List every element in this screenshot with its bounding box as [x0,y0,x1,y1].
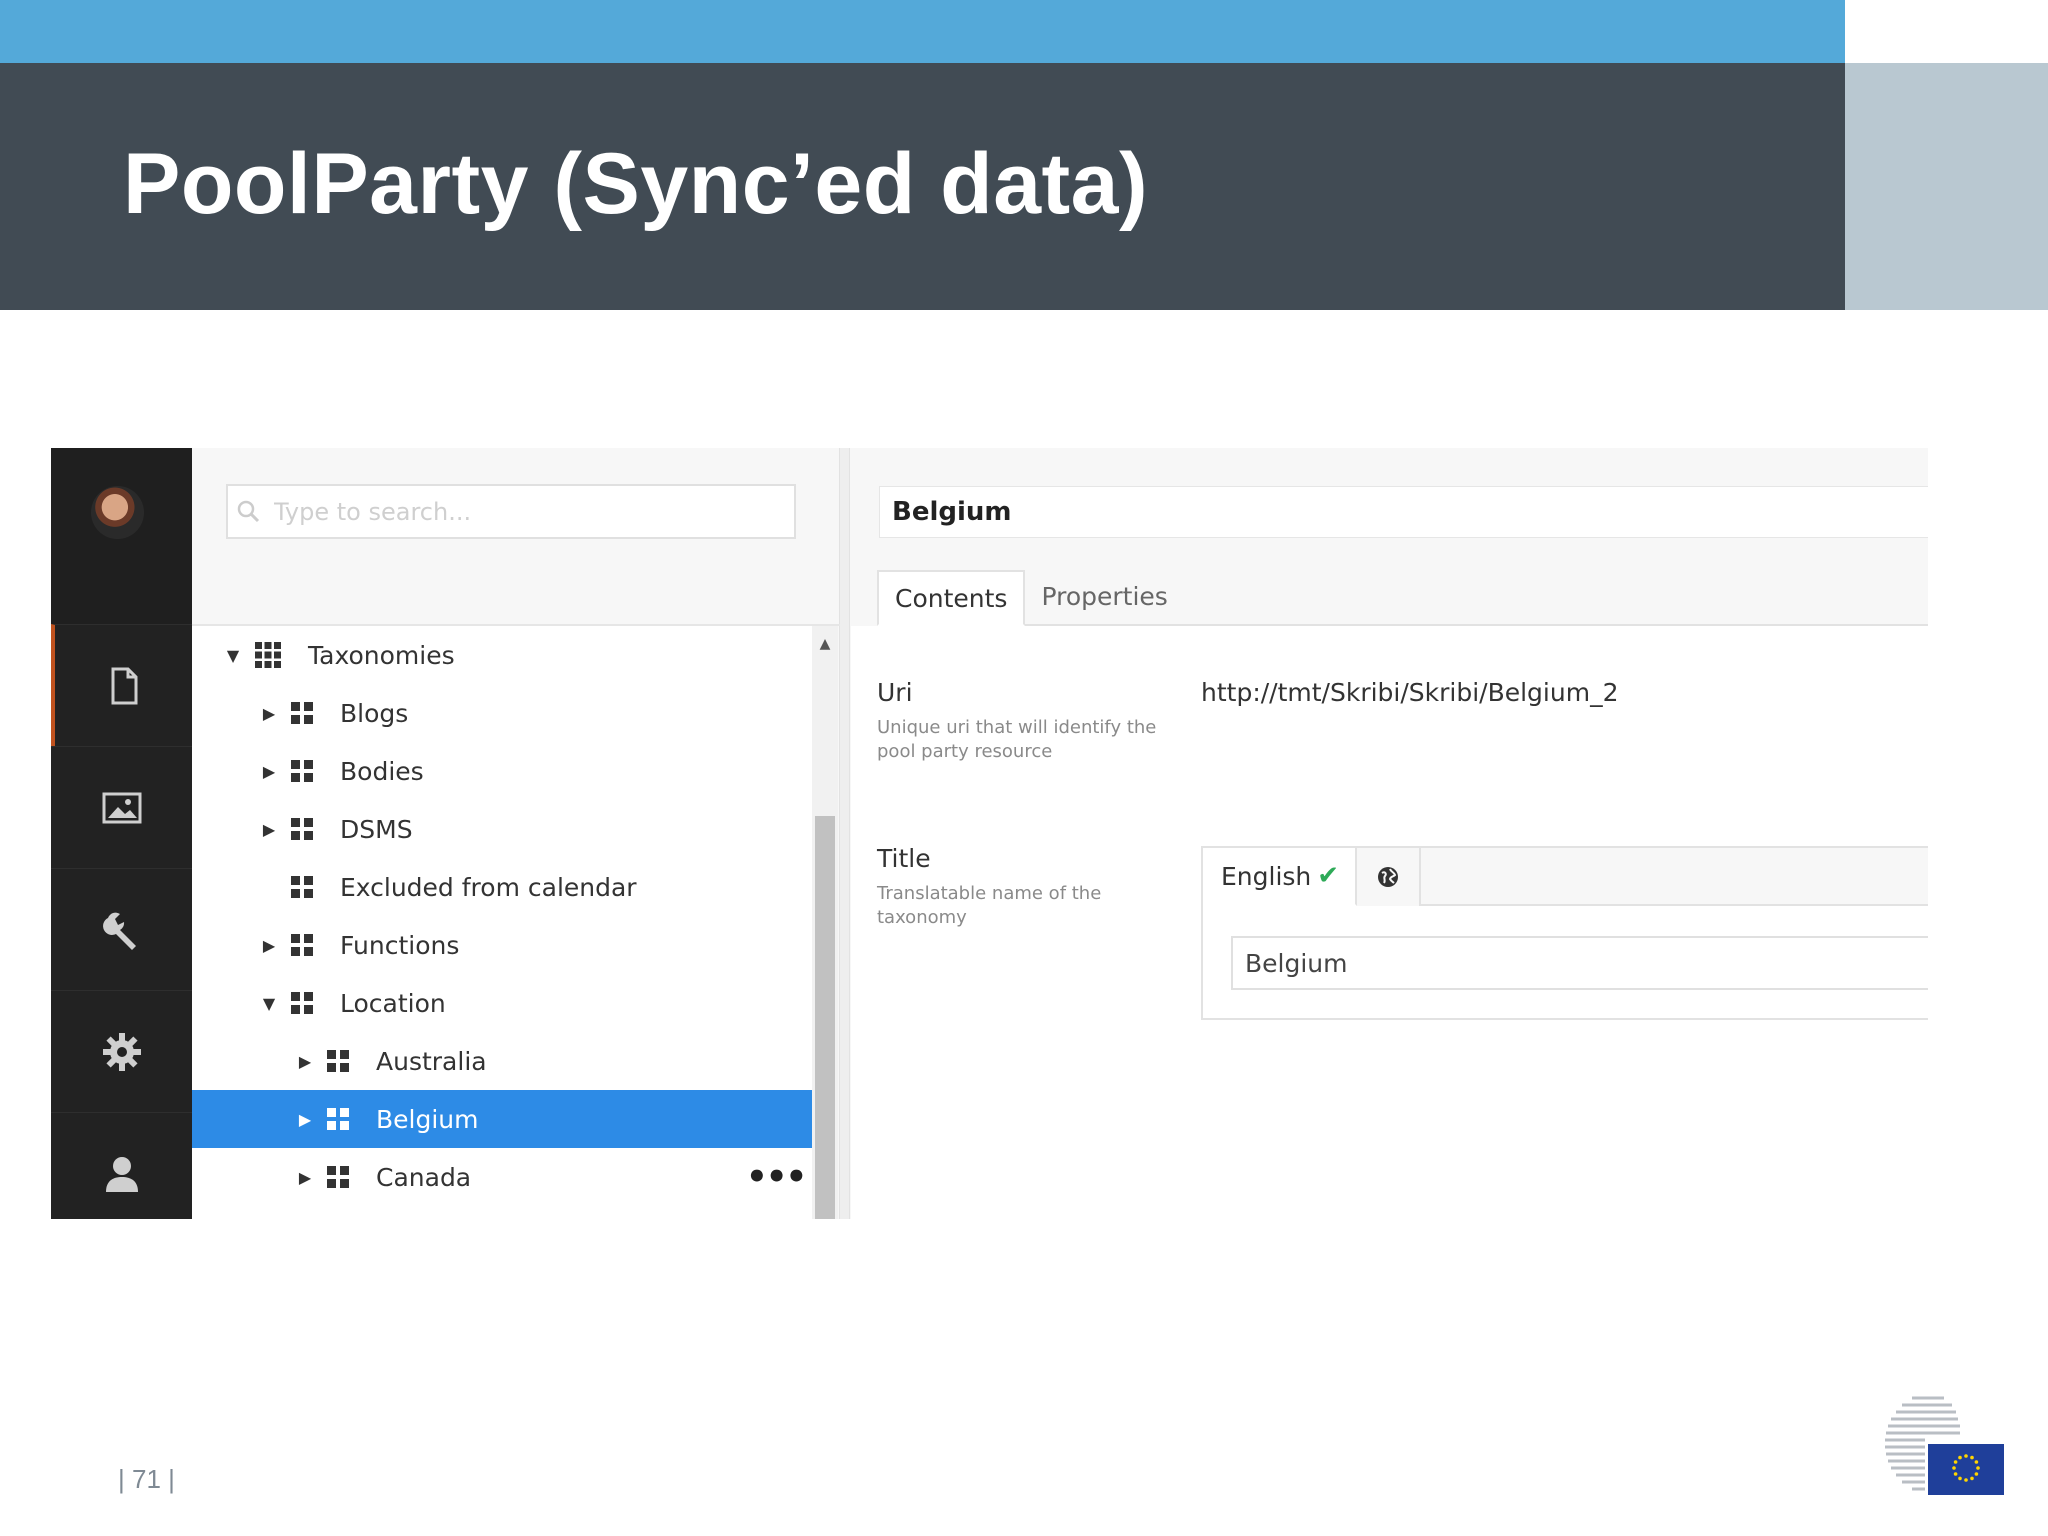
language-label: English [1221,861,1312,891]
tree-item-label: Excluded from calendar [340,872,637,902]
tree-panel: ▼ Taxonomies ▶ Blogs ▶ [192,448,840,1219]
page-number: | 71 | [118,1464,175,1494]
wrench-icon [102,912,136,950]
caret-right-icon[interactable]: ▶ [298,1110,312,1129]
title-translations-box: English ✔ Belgium [1201,846,1928,1020]
nav-rail [51,448,192,1219]
eu-council-logo [1885,1396,2004,1495]
panel-splitter[interactable] [840,448,850,1219]
caret-right-icon[interactable]: ▶ [262,762,276,781]
language-tab-english[interactable]: English ✔ [1203,848,1357,906]
detail-tabs: Contents Properties [877,570,1928,626]
tree-item-taxonomies[interactable]: ▼ Taxonomies [192,626,812,684]
tree-item-australia[interactable]: ▶ Australia [192,1032,812,1090]
grid-four-icon [327,1050,349,1072]
tree-item-label: Canada [376,1162,472,1192]
gear-icon [102,1032,141,1071]
grid-four-icon [291,992,313,1014]
nav-content-button[interactable] [51,624,192,746]
avatar-area [51,448,192,624]
grid-four-icon [291,702,313,724]
caret-right-icon[interactable]: ▶ [262,936,276,955]
caret-right-icon[interactable]: ▶ [262,704,276,723]
avatar[interactable] [91,486,144,539]
user-icon [105,1156,138,1192]
caret-right-icon[interactable]: ▶ [262,820,276,839]
tree-item-dsms[interactable]: ▶ DSMS [192,800,812,858]
app-window: ▼ Taxonomies ▶ Blogs ▶ [51,448,1928,1219]
grid-four-icon [327,1108,349,1130]
uri-help-text: Unique uri that will identify the pool p… [877,717,1157,762]
language-tabs: English ✔ [1203,848,1928,906]
title-input[interactable]: Belgium [1231,936,1928,990]
tree-item-label: Taxonomies [308,640,455,670]
search-icon [237,500,260,522]
tree-item-bodies[interactable]: ▶ Bodies [192,742,812,800]
nav-tools-button[interactable] [51,868,192,990]
nav-settings-button[interactable] [51,990,192,1112]
nav-media-button[interactable] [51,746,192,868]
tree-item-label: Location [340,988,446,1018]
uri-value: http://tmt/Skribi/Skribi/Belgium_2 [1201,678,1619,707]
grid-four-icon [291,934,313,956]
grid-four-icon [291,818,313,840]
tree-item-label: Australia [376,1046,487,1076]
slide-title: PoolParty (Sync’ed data) [123,136,1149,232]
search-input[interactable] [274,497,774,526]
tree-item-canada[interactable]: ▶ Canada ••• [192,1148,812,1206]
tab-properties[interactable]: Properties [1025,568,1183,624]
scroll-up-arrow-icon[interactable]: ▲ [812,636,838,652]
grid-four-icon [291,760,313,782]
tree-scrollbar[interactable]: ▲ [812,626,838,1219]
tree-item-location[interactable]: ▼ Location [192,974,812,1032]
check-icon: ✔ [1317,861,1340,891]
caret-right-icon[interactable]: ▶ [298,1168,312,1187]
node-name-field[interactable]: Belgium [879,486,1928,538]
contents-pane: Uri Unique uri that will identify the po… [851,626,1928,1219]
title-help-text: Translatable name of the taxonomy [877,883,1102,928]
grid-four-icon [291,876,313,898]
more-options-icon[interactable]: ••• [746,1148,807,1206]
caret-down-icon[interactable]: ▼ [226,646,240,665]
grid-four-icon [327,1166,349,1188]
taxonomy-tree: ▼ Taxonomies ▶ Blogs ▶ Bodies ▶ DSMS Exc… [192,626,812,1219]
tree-item-label: Functions [340,930,460,960]
tree-item-functions[interactable]: ▶ Functions [192,916,812,974]
caret-right-icon[interactable]: ▶ [298,1052,312,1071]
uri-label: Uri [877,678,913,707]
slide-header-side-block [1845,63,2048,310]
nav-user-button[interactable] [51,1112,192,1219]
globe-icon [1378,867,1398,887]
scrollbar-thumb[interactable] [815,816,835,1219]
tree-item-label: Belgium [376,1104,479,1134]
tree-item-label: DSMS [340,814,413,844]
tree-item-excluded-from-calendar[interactable]: Excluded from calendar [192,858,812,916]
add-language-button[interactable] [1357,848,1421,906]
tree-item-belgium[interactable]: ▶ Belgium [192,1090,812,1148]
tree-item-label: Blogs [340,698,409,728]
slide-top-strip [0,0,1845,63]
tree-item-label: Bodies [340,756,424,786]
grid-nine-icon [255,642,281,668]
detail-panel: Belgium Contents Properties Uri Unique u… [851,448,1928,1219]
document-icon [111,667,137,704]
search-box[interactable] [226,484,796,539]
tree-item-blogs[interactable]: ▶ Blogs [192,684,812,742]
tab-contents[interactable]: Contents [877,570,1026,626]
title-label: Title [877,844,931,873]
caret-down-icon[interactable]: ▼ [262,994,276,1013]
image-icon [102,792,141,823]
